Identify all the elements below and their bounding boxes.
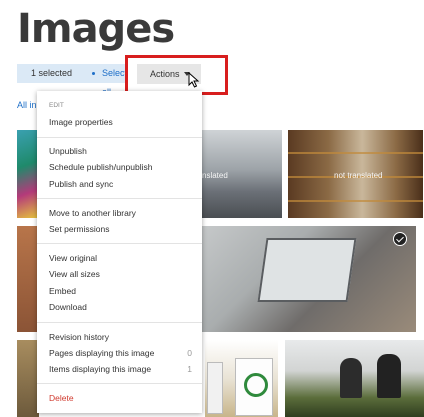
highlight-box (125, 55, 228, 95)
image-tile[interactable]: not translated (288, 130, 423, 218)
banner-decoration (207, 362, 223, 414)
person-figure (377, 354, 401, 398)
all-images-link[interactable]: All in (17, 100, 37, 110)
pages-count: 0 (187, 348, 192, 358)
image-tile[interactable] (17, 226, 39, 332)
menu-item-move-library[interactable]: Move to another library (49, 206, 192, 220)
menu-section-header: EDIT (49, 102, 64, 109)
image-tile[interactable]: nslated (200, 130, 282, 218)
menu-item-download[interactable]: Download (49, 300, 192, 314)
separator-dot (92, 72, 95, 75)
menu-item-unpublish[interactable]: Unpublish (49, 144, 192, 158)
actions-dropdown-menu: EDIT Image properties Unpublish Schedule… (37, 91, 202, 413)
menu-item-items-displaying[interactable]: Items displaying this image 1 (49, 362, 192, 376)
menu-item-embed[interactable]: Embed (49, 284, 192, 298)
selection-count: 1 selected (31, 68, 73, 78)
person-figure (340, 358, 362, 398)
items-count: 1 (187, 364, 192, 374)
menu-divider (37, 198, 202, 199)
image-tile[interactable] (17, 340, 39, 417)
items-displaying-label: Items displaying this image (49, 364, 152, 374)
menu-item-image-properties[interactable]: Image properties (49, 115, 192, 129)
image-tile[interactable] (205, 340, 278, 417)
pages-displaying-label: Pages displaying this image (49, 348, 155, 358)
shelf-decoration (288, 200, 423, 202)
menu-divider (37, 137, 202, 138)
menu-item-view-original[interactable]: View original (49, 251, 192, 265)
menu-item-set-permissions[interactable]: Set permissions (49, 222, 192, 236)
shelf-decoration (288, 152, 423, 154)
menu-item-schedule[interactable]: Schedule publish/unpublish (49, 160, 192, 174)
not-translated-label: not translated (334, 171, 383, 180)
image-tile[interactable] (17, 130, 39, 218)
image-tile[interactable] (285, 340, 424, 417)
menu-item-revision-history[interactable]: Revision history (49, 330, 192, 344)
menu-item-pages-displaying[interactable]: Pages displaying this image 0 (49, 346, 192, 360)
menu-item-view-all-sizes[interactable]: View all sizes (49, 267, 192, 281)
banner-decoration (235, 358, 273, 416)
menu-divider (37, 322, 202, 323)
page-title: Images (17, 6, 175, 52)
laptop-illustration (257, 238, 357, 302)
menu-divider (37, 243, 202, 244)
menu-item-publish-sync[interactable]: Publish and sync (49, 177, 192, 191)
image-tile-selected[interactable] (200, 226, 416, 332)
checkmark-icon[interactable] (393, 232, 407, 246)
not-translated-label: nslated (202, 171, 228, 180)
mouse-cursor-icon (188, 72, 200, 88)
menu-divider (37, 383, 202, 384)
selection-bar: 1 selected Select all (17, 64, 127, 97)
menu-item-delete[interactable]: Delete (49, 391, 192, 405)
